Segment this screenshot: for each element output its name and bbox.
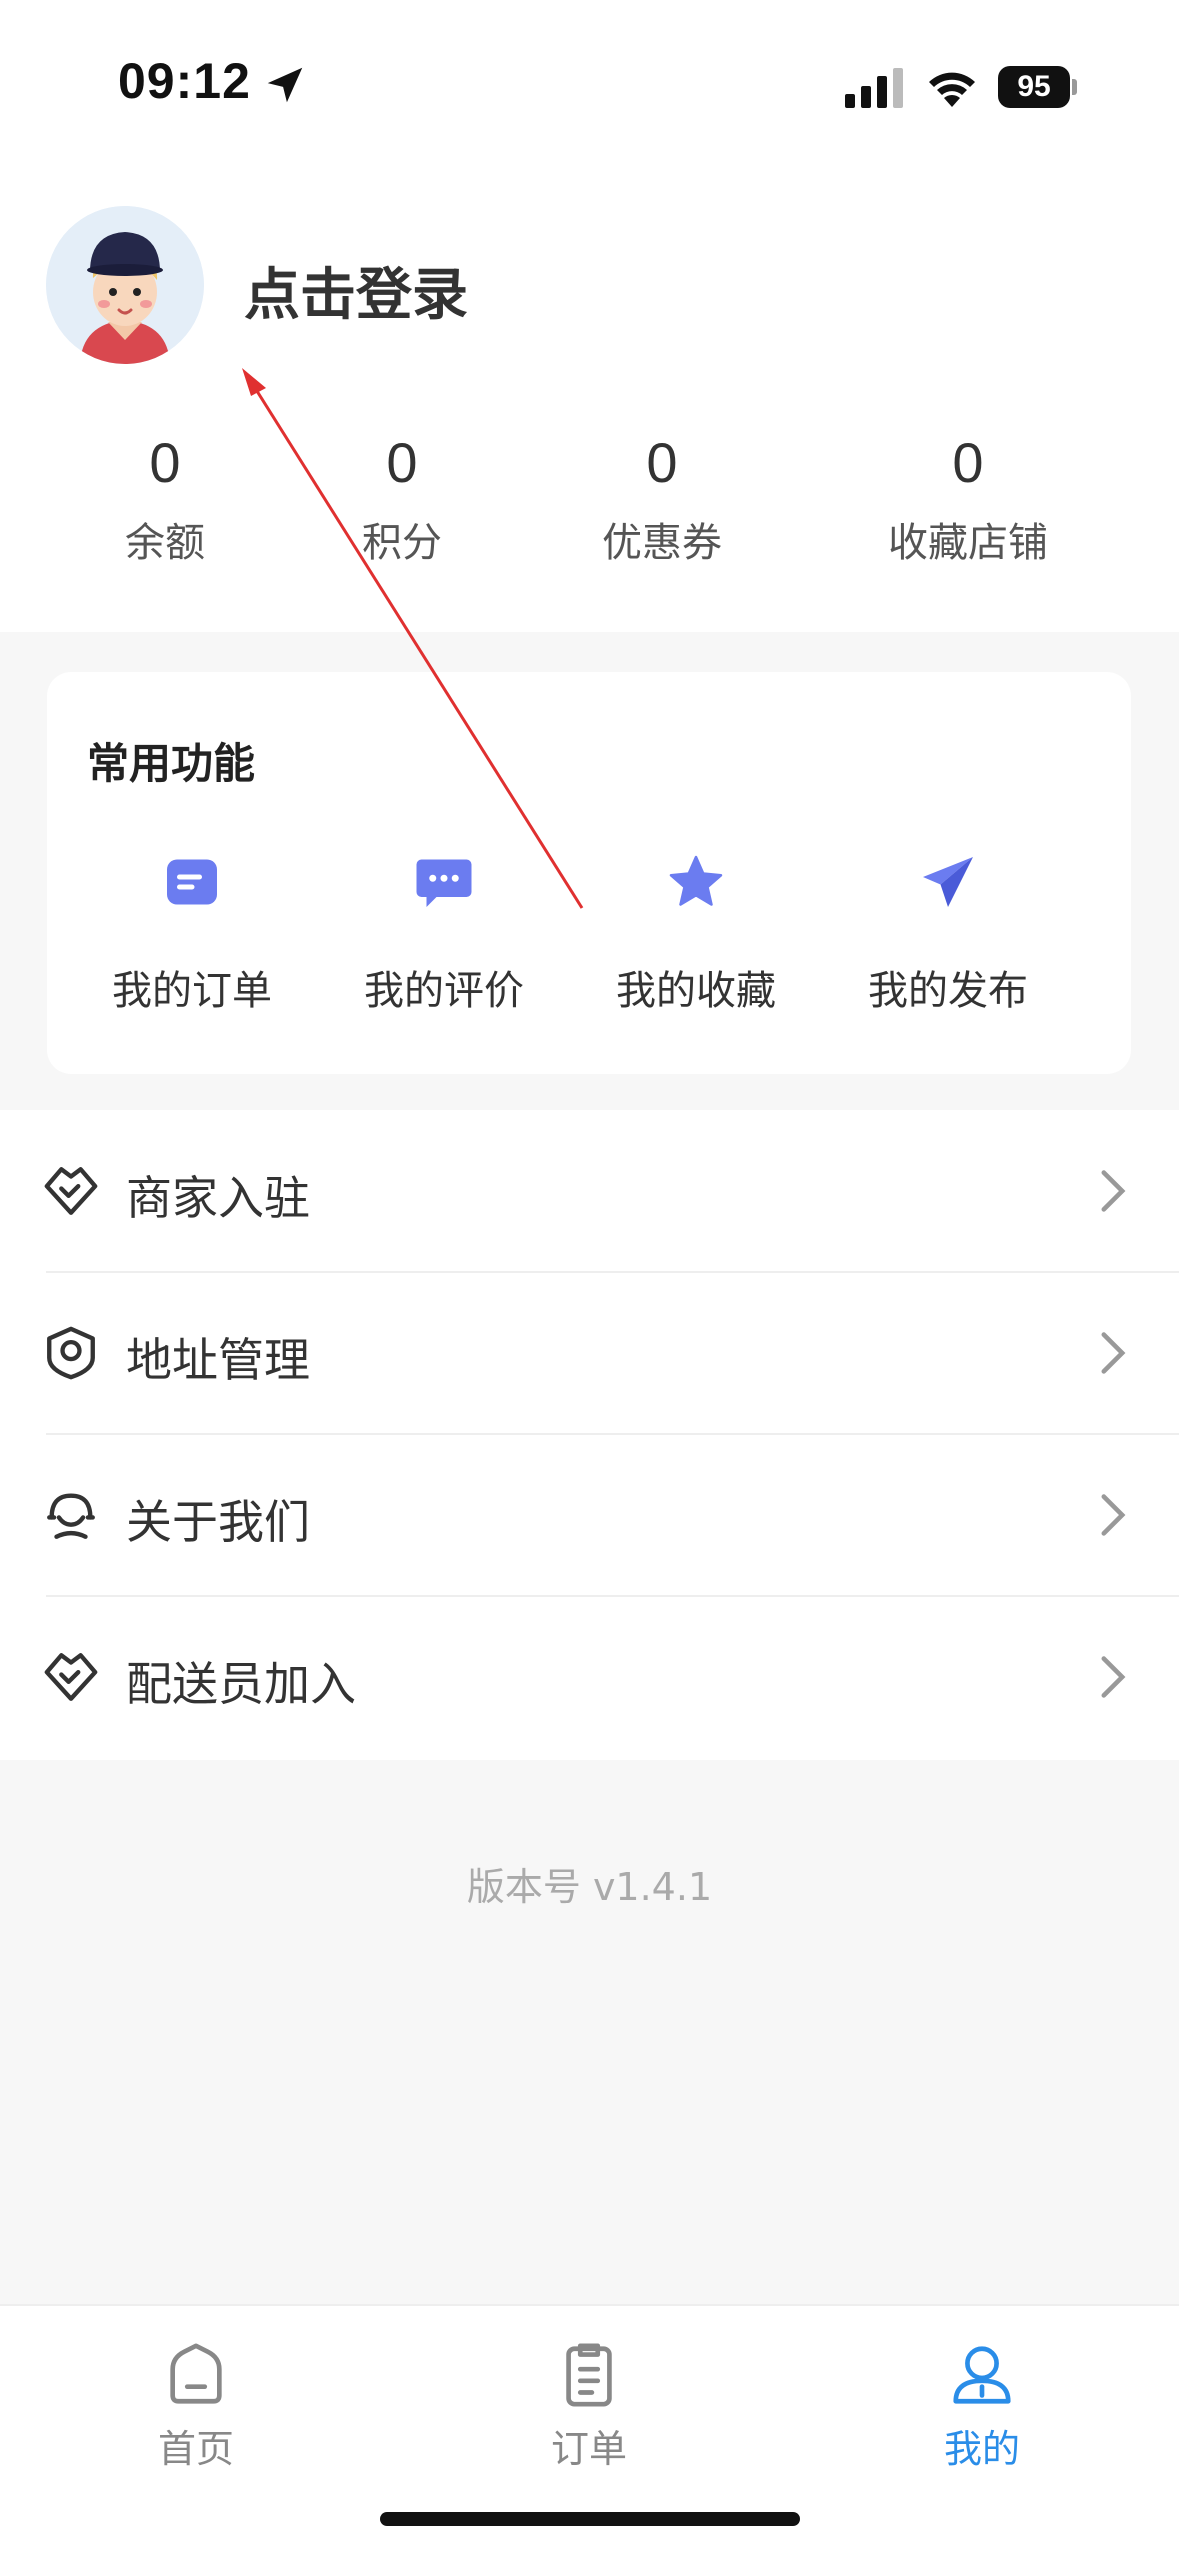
avatar-image <box>46 206 204 364</box>
function-label: 我的收藏 <box>616 968 776 1014</box>
tab-label: 订单 <box>550 2427 627 2471</box>
location-arrow-icon <box>267 67 303 103</box>
login-link[interactable]: 点击登录 <box>244 250 468 331</box>
menu-label: 商家入驻 <box>126 1171 310 1225</box>
menu-item-about-us[interactable]: 关于我们 <box>0 1434 1179 1596</box>
location-pin-icon <box>47 1326 95 1380</box>
chat-bubble-icon <box>416 859 472 907</box>
home-indicator <box>380 2512 800 2526</box>
stat-label: 优惠券 <box>602 520 722 566</box>
function-label: 我的发布 <box>868 968 1028 1014</box>
support-agent-icon <box>47 1493 95 1539</box>
wifi-icon <box>929 72 975 107</box>
paper-plane-icon <box>923 857 973 907</box>
stat-points[interactable]: 0 积分 <box>302 428 502 568</box>
status-bar: 09:12 95 <box>0 0 1179 150</box>
menu-label: 地址管理 <box>126 1333 310 1387</box>
battery-level: 95 <box>998 66 1070 108</box>
my-favorites-button[interactable]: 我的收藏 <box>596 852 796 1016</box>
card-title: 常用功能 <box>87 739 256 788</box>
common-functions-card: 常用功能 我的订单 我的评价 我的收藏 我的发布 <box>47 672 1131 1074</box>
clipboard-icon <box>566 2343 612 2407</box>
chevron-right-icon <box>1101 1656 1126 1698</box>
tab-home[interactable]: 首页 <box>96 2340 296 2473</box>
handshake-icon <box>44 1653 98 1701</box>
version-text: 版本号 v1.4.1 <box>466 1865 713 1909</box>
menu-item-merchant-join[interactable]: 商家入驻 <box>0 1110 1179 1272</box>
tab-orders[interactable]: 订单 <box>489 2340 689 2473</box>
status-time: 09:12 <box>118 53 251 109</box>
my-posts-button[interactable]: 我的发布 <box>848 852 1048 1016</box>
menu-label: 配送员加入 <box>126 1657 356 1711</box>
order-card-icon <box>167 859 217 905</box>
stat-balance[interactable]: 0 余额 <box>65 428 265 568</box>
chevron-right-icon <box>1101 1170 1126 1212</box>
stat-label: 收藏店铺 <box>888 520 1048 566</box>
tab-profile[interactable]: 我的 <box>882 2340 1082 2473</box>
stat-value: 0 <box>386 431 418 494</box>
chevron-right-icon <box>1101 1494 1126 1536</box>
tab-label: 首页 <box>157 2427 234 2471</box>
battery-indicator: 95 <box>998 66 1078 108</box>
star-icon <box>669 855 723 906</box>
chevron-right-icon <box>1101 1332 1126 1374</box>
settings-menu: 商家入驻 地址管理 关于我们 配送员加入 <box>0 1110 1179 1760</box>
cellular-signal-icon <box>845 68 903 108</box>
person-icon <box>953 2346 1011 2404</box>
menu-label: 关于我们 <box>126 1495 310 1549</box>
function-label: 我的订单 <box>112 968 272 1014</box>
avatar[interactable] <box>46 206 204 364</box>
battery-cap <box>1072 79 1077 95</box>
menu-item-courier-join[interactable]: 配送员加入 <box>0 1596 1179 1758</box>
tab-label: 我的 <box>943 2427 1020 2471</box>
menu-item-address-management[interactable]: 地址管理 <box>0 1272 1179 1434</box>
function-label: 我的评价 <box>364 968 524 1014</box>
handshake-icon <box>44 1167 98 1215</box>
stat-value: 0 <box>646 431 678 494</box>
my-reviews-button[interactable]: 我的评价 <box>344 852 544 1016</box>
stat-value: 0 <box>149 431 181 494</box>
stat-label: 余额 <box>125 520 205 566</box>
stat-value: 0 <box>952 431 984 494</box>
profile-header: 点击登录 0 余额 0 积分 0 优惠券 0 收藏店铺 <box>0 150 1179 632</box>
stat-label: 积分 <box>362 520 442 566</box>
my-orders-button[interactable]: 我的订单 <box>92 852 292 1016</box>
home-icon <box>170 2343 222 2404</box>
stat-coupons[interactable]: 0 优惠券 <box>562 428 762 568</box>
stat-favorite-shops[interactable]: 0 收藏店铺 <box>868 428 1068 568</box>
